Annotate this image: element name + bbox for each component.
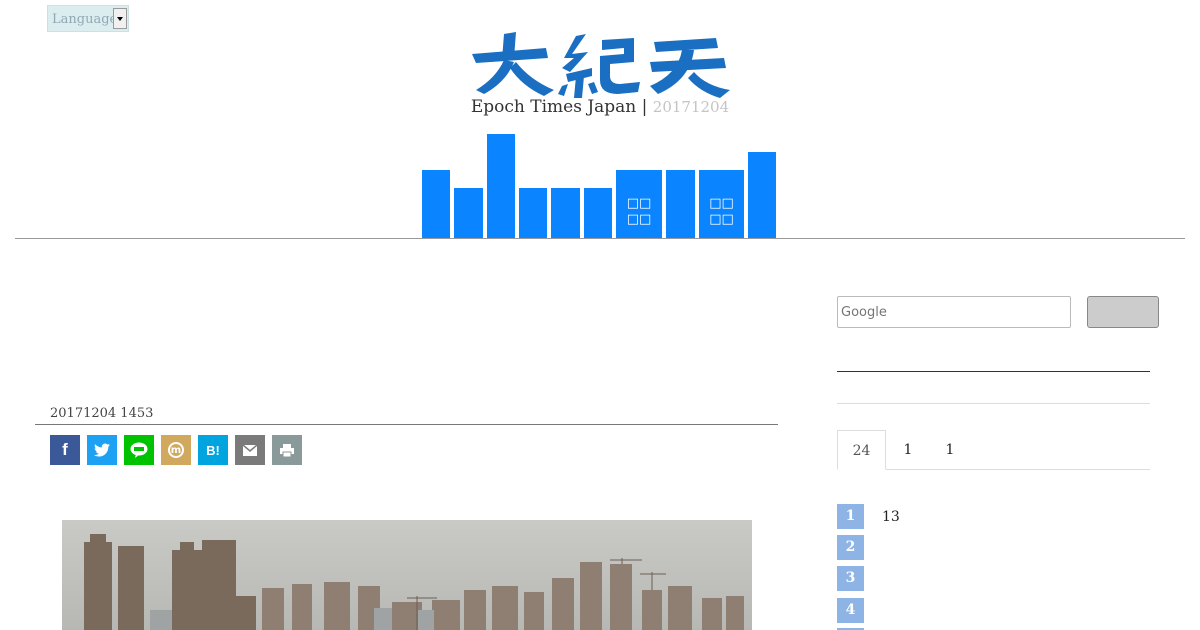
nav-item-5[interactable]	[551, 188, 580, 238]
mixi-icon: m	[168, 442, 184, 458]
rank-badge: 4	[837, 598, 864, 623]
main-nav: □□ □□ □□ □□	[422, 134, 778, 238]
article-divider	[35, 424, 778, 425]
nav-item-9[interactable]: □□ □□	[699, 170, 744, 238]
nav-item-8[interactable]	[666, 170, 695, 238]
rank-badge: 2	[837, 535, 864, 560]
nav-item-4[interactable]	[519, 188, 547, 238]
article-date: 20171204 1453	[50, 406, 154, 421]
twitter-icon	[94, 443, 110, 457]
language-select[interactable]: Language	[47, 5, 129, 32]
rank-item-text[interactable]: 13	[882, 509, 900, 525]
hatena-bookmark-button[interactable]: B!	[198, 435, 228, 465]
site-tagline: Epoch Times Japan | 20171204	[0, 97, 1200, 117]
sidebar-divider-light	[837, 403, 1150, 404]
mixi-share-button[interactable]: m	[161, 435, 191, 465]
sidebar-divider	[837, 371, 1150, 372]
header-date: 20171204	[652, 98, 730, 116]
nav-item-6[interactable]	[584, 188, 612, 238]
search-button[interactable]	[1087, 296, 1159, 328]
hatena-icon: B!	[206, 442, 220, 458]
line-share-button[interactable]	[124, 435, 154, 465]
header-divider	[15, 238, 1185, 239]
ranking-tab-month[interactable]: 1	[935, 430, 965, 470]
email-share-button[interactable]	[235, 435, 265, 465]
search-input[interactable]	[837, 296, 1071, 328]
nav-item-label: □□ □□	[709, 196, 734, 227]
site-name: Epoch Times Japan |	[470, 97, 648, 117]
language-select-label: Language	[52, 12, 118, 27]
print-button[interactable]	[272, 435, 302, 465]
envelope-icon	[243, 444, 257, 456]
chevron-down-icon[interactable]	[113, 8, 127, 29]
nav-item-2[interactable]	[454, 188, 483, 238]
nav-item-3[interactable]	[487, 134, 515, 238]
nav-item-7[interactable]: □□ □□	[616, 170, 662, 238]
article-photo	[62, 520, 752, 630]
ranking-tab-24h[interactable]: 24	[837, 430, 886, 470]
ranking-tab-week[interactable]: 1	[893, 430, 923, 470]
nav-item-1[interactable]	[422, 170, 450, 238]
facebook-icon: f	[62, 440, 68, 459]
site-logo[interactable]	[468, 28, 732, 100]
facebook-share-button[interactable]: f	[50, 435, 80, 465]
line-icon	[130, 442, 148, 458]
nav-item-label: □□ □□	[626, 196, 652, 227]
nav-item-10[interactable]	[748, 152, 776, 238]
twitter-share-button[interactable]	[87, 435, 117, 465]
mixi-letter: m	[170, 444, 182, 456]
rank-badge: 1	[837, 504, 864, 529]
printer-icon	[280, 443, 294, 457]
rank-badge: 3	[837, 566, 864, 591]
